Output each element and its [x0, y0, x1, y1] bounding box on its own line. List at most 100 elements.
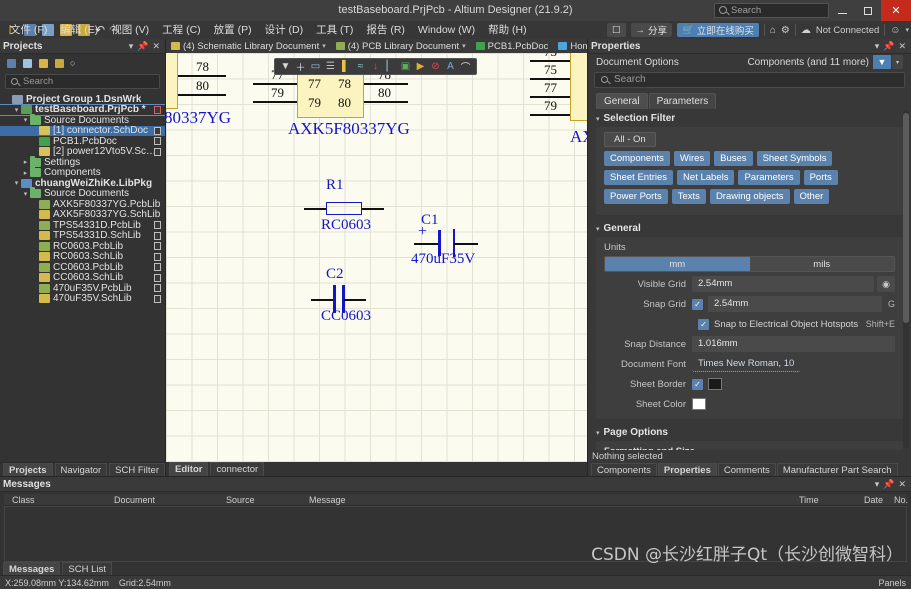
selection-filter-power-ports[interactable]: Power Ports: [604, 189, 668, 204]
selection-filter-ports[interactable]: Ports: [803, 170, 838, 185]
snap-grid-input[interactable]: 2.54mm: [708, 296, 882, 312]
pin-icon[interactable]: 📌: [881, 41, 896, 52]
tree-item[interactable]: TPS54331D.PcbLib: [0, 220, 165, 231]
selection-filter-net-labels[interactable]: Net Labels: [677, 170, 735, 185]
no-erc-icon[interactable]: ⊘: [429, 60, 442, 73]
properties-footer-tab-comments[interactable]: Comments: [717, 462, 776, 477]
panel-menu-chevron-down-icon[interactable]: ▾: [127, 41, 136, 52]
tree-item[interactable]: PCB1.PcbDoc: [0, 136, 165, 147]
minimize-button[interactable]: [829, 0, 855, 21]
properties-tab-bar[interactable]: General Parameters: [588, 90, 911, 109]
panels-button[interactable]: Panels: [878, 578, 906, 588]
sheet-symbol-icon[interactable]: ▣: [399, 60, 412, 73]
buy-online-button[interactable]: 🛒 立即在线购买: [677, 23, 759, 37]
selection-filter-drawing-objects[interactable]: Drawing objects: [709, 189, 790, 204]
visible-grid-input[interactable]: 2.54mm: [692, 276, 874, 292]
component-designator-c2[interactable]: C2: [326, 266, 344, 283]
properties-scrollbar[interactable]: [903, 111, 909, 448]
selection-filter-parameters[interactable]: Parameters: [738, 170, 800, 185]
pin-icon[interactable]: 📌: [881, 479, 896, 490]
messages-column-message[interactable]: Message: [309, 495, 346, 505]
editor-tab-connector[interactable]: connector: [210, 462, 265, 476]
tree-twisty-icon[interactable]: ▸: [21, 158, 30, 166]
tree-item[interactable]: ▾ chuangWeiZhiKe.LibPkg: [0, 178, 165, 189]
collapse-triangle-icon[interactable]: ▾: [596, 429, 600, 437]
projects-tab-projects[interactable]: Projects: [3, 462, 53, 477]
tree-item[interactable]: RC0603.SchLib: [0, 251, 165, 262]
tree-item[interactable]: 470uF35V.SchLib: [0, 293, 165, 304]
open-project-icon[interactable]: [38, 58, 49, 69]
tree-twisty-icon[interactable]: ▾: [21, 190, 30, 198]
project-options-icon[interactable]: [54, 58, 65, 69]
collapse-triangle-icon[interactable]: ▾: [596, 115, 600, 123]
properties-footer-tab-components[interactable]: Components: [591, 462, 657, 477]
messages-column-source[interactable]: Source: [226, 495, 255, 505]
selection-filter-wires[interactable]: Wires: [673, 151, 711, 166]
tree-item[interactable]: ▸ Settings: [0, 155, 165, 168]
rectangle-icon[interactable]: ▭: [309, 60, 322, 73]
chevron-down-icon[interactable]: ▾: [462, 42, 466, 50]
add-icon[interactable]: ＋: [294, 60, 307, 74]
menu-item-8[interactable]: 报告 (R): [360, 22, 411, 38]
projects-panel-tabs[interactable]: Projects Navigator SCH Filter: [0, 462, 165, 477]
menu-item-10[interactable]: 帮助 (H): [482, 22, 533, 38]
snap-distance-input[interactable]: 1.016mm: [692, 336, 895, 352]
align-icon[interactable]: ☰: [324, 60, 337, 73]
schematic-canvas[interactable]: 78 80 80337YG 77 79 78 80 77 78 79 80 AX…: [166, 53, 587, 462]
messages-column-class[interactable]: Class: [12, 495, 35, 505]
port-icon[interactable]: ▶: [414, 60, 427, 73]
properties-tab-general[interactable]: General: [596, 93, 648, 109]
selection-filter-other[interactable]: Other: [793, 189, 830, 204]
filter-icon[interactable]: ▼: [873, 55, 891, 69]
all-on-button[interactable]: All - On: [604, 132, 656, 147]
properties-footer-tab-properties[interactable]: Properties: [657, 462, 717, 477]
properties-footer-tab-manufacturer-part-search[interactable]: Manufacturer Part Search: [776, 462, 898, 477]
menu-item-1[interactable]: 文件 (F): [4, 22, 53, 38]
sheet-color-swatch[interactable]: [692, 398, 706, 410]
sheet-border-checkbox[interactable]: ✓: [692, 378, 703, 390]
panel-menu-chevron-down-icon[interactable]: ▾: [873, 41, 882, 52]
selection-filter-texts[interactable]: Texts: [671, 189, 706, 204]
component-comment-c2[interactable]: CC0603: [321, 308, 371, 325]
tree-twisty-icon[interactable]: ▾: [12, 179, 21, 187]
power-port-icon[interactable]: ↓: [369, 60, 382, 73]
tree-item[interactable]: Project Group 1.DsnWrk: [0, 94, 165, 105]
arc-icon[interactable]: ⌒: [459, 60, 472, 74]
feedback-button[interactable]: ☐: [606, 23, 626, 37]
gear-icon[interactable]: ⚙: [781, 25, 790, 36]
close-button[interactable]: ✕: [881, 0, 911, 21]
save-project-icon[interactable]: [6, 58, 17, 69]
units-segmented-control[interactable]: mm mils: [604, 256, 895, 272]
menu-item-9[interactable]: Window (W): [412, 22, 481, 38]
tree-item[interactable]: 470uF35V.PcbLib: [0, 283, 165, 294]
messages-column-date[interactable]: Date: [864, 495, 883, 505]
menu-item-2[interactable]: 编辑 (E): [54, 22, 104, 38]
snap-hotspots-checkbox[interactable]: ✓: [698, 318, 709, 330]
account-icon[interactable]: ☺: [890, 25, 900, 36]
home-icon[interactable]: ⌂: [770, 25, 776, 36]
messages-column-no-[interactable]: No.: [894, 495, 908, 505]
tree-twisty-icon[interactable]: ▾: [12, 106, 21, 114]
properties-search-input[interactable]: Search: [594, 72, 905, 88]
units-option-mils[interactable]: mils: [749, 257, 894, 271]
menu-item-7[interactable]: 工具 (T): [310, 22, 359, 38]
compile-icon[interactable]: [22, 58, 33, 69]
projects-tab-navigator[interactable]: Navigator: [54, 462, 108, 477]
collapse-triangle-icon[interactable]: ▾: [596, 225, 600, 233]
document-tab-bar[interactable]: (4) Schematic Library Document ▾ (4) PCB L…: [166, 39, 587, 53]
tree-item[interactable]: [1] connector.SchDoc: [0, 125, 165, 136]
tree-twisty-icon[interactable]: ▾: [21, 116, 30, 124]
scrollbar-thumb[interactable]: [903, 113, 909, 323]
component-comment-c1[interactable]: 470uF35V: [411, 251, 475, 268]
document-font-value[interactable]: Times New Roman, 10: [692, 356, 801, 372]
menu-item-4[interactable]: 工程 (C): [156, 22, 207, 38]
messages-tab-sch-list[interactable]: SCH List: [62, 561, 112, 576]
close-icon[interactable]: ✕: [896, 479, 908, 490]
project-tree[interactable]: Project Group 1.DsnWrk ▾ testBaseboard.Prj…: [0, 92, 165, 462]
panel-menu-chevron-down-icon[interactable]: ▾: [873, 479, 882, 490]
tree-item[interactable]: CC0603.PcbLib: [0, 262, 165, 273]
messages-column-document[interactable]: Document: [114, 495, 155, 505]
sheet-border-color-swatch[interactable]: [708, 378, 722, 390]
connector-right-body[interactable]: [570, 53, 587, 121]
menu-item-5[interactable]: 放置 (P): [208, 22, 258, 38]
